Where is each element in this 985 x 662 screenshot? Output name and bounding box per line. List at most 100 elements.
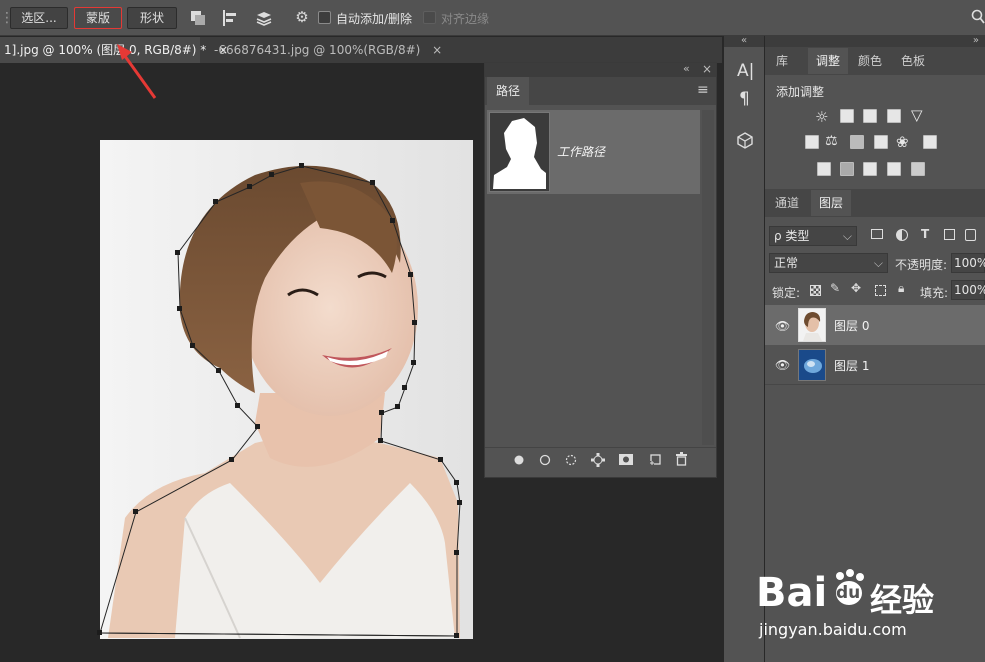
watermark: Bai du 经验 jingyan.baidu.com [752, 558, 982, 658]
layer-name: 图层 1 [834, 359, 870, 373]
options-bar: ⋮ 选区... 蒙版 形状 ⚙ 自动添加/删除 对齐边缘 [0, 0, 985, 36]
filter-kind-label: ρ 类型 [774, 229, 810, 243]
auto-add-delete-checkbox[interactable] [318, 11, 331, 24]
layer-thumbnail [798, 308, 826, 342]
stroke-path-icon[interactable] [539, 454, 551, 466]
tab-label: -666876431.jpg @ 100%(RGB/8#) [214, 43, 421, 57]
filter-adjustment-icon[interactable] [896, 229, 908, 241]
gradient-map-icon[interactable] [911, 162, 925, 176]
posterize-icon[interactable] [840, 162, 854, 176]
lock-all-icon[interactable]: 🔒︎ [898, 281, 904, 296]
channel-mixer-icon[interactable]: ❀ [896, 133, 909, 151]
tab-color[interactable]: 颜色 [852, 48, 888, 74]
paths-panel: « × 路径 ≡ 工作路径 [484, 62, 717, 478]
collapse-icon[interactable]: « [683, 62, 690, 75]
path-arrangement-icon[interactable] [253, 9, 275, 31]
exposure-icon[interactable] [887, 109, 901, 123]
layer-thumbnail [798, 349, 826, 381]
character-panel-icon[interactable]: A| [737, 61, 754, 81]
auto-add-delete-label: 自动添加/删除 [336, 12, 413, 26]
3d-panel-icon[interactable] [736, 131, 754, 149]
hue-saturation-icon[interactable] [805, 135, 819, 149]
color-balance-icon[interactable]: ⚖ [825, 133, 838, 149]
gear-icon[interactable]: ⚙ [293, 9, 311, 25]
visibility-eye-icon[interactable]: 👁︎ [775, 358, 790, 372]
layer-row-selected[interactable]: 👁︎ 图层 0 [765, 305, 985, 345]
brightness-contrast-icon[interactable]: ☼ [815, 108, 828, 126]
new-path-icon[interactable] [649, 453, 662, 466]
filter-pixel-icon[interactable] [871, 229, 883, 239]
fill-path-icon[interactable] [513, 454, 525, 466]
dock-collapse-icon[interactable]: » [765, 35, 985, 47]
tab-adjustments[interactable]: 调整 [808, 48, 848, 74]
tab-channels[interactable]: 通道 [767, 190, 807, 216]
chevron-down-icon: ⌵ [842, 229, 852, 243]
filter-shape-icon[interactable] [944, 229, 955, 240]
lock-label: 锁定: [772, 286, 801, 300]
make-work-path-icon[interactable] [591, 453, 605, 467]
watermark-brand: Bai [756, 570, 828, 616]
close-icon[interactable]: × [702, 62, 712, 76]
make-mask-button[interactable]: 蒙版 [74, 7, 122, 29]
lock-artboard-icon[interactable] [875, 285, 886, 296]
annotation-arrow-icon [117, 44, 157, 99]
align-edges-label: 对齐边缘 [441, 12, 490, 26]
panel-title-strip: « × [485, 62, 716, 77]
panel-menu-icon[interactable]: ≡ [697, 82, 709, 98]
black-white-icon[interactable] [850, 135, 864, 149]
make-shape-button[interactable]: 形状 [127, 7, 177, 29]
paragraph-panel-icon[interactable]: ¶ [739, 89, 750, 109]
levels-icon[interactable] [840, 109, 854, 123]
tab-close-icon[interactable]: × [432, 43, 442, 57]
tab-second-document[interactable]: -666876431.jpg @ 100%(RGB/8#) × [204, 37, 442, 63]
threshold-icon[interactable] [863, 162, 877, 176]
photo-filter-icon[interactable] [874, 135, 888, 149]
opacity-input[interactable]: 100% [951, 253, 985, 273]
fill-label: 填充: [920, 286, 949, 300]
path-operations-icon[interactable] [188, 9, 208, 31]
vibrance-icon[interactable]: ▽ [911, 106, 923, 124]
work-path-thumbnail [489, 112, 550, 192]
filter-smart-object-icon[interactable] [965, 229, 976, 241]
curves-icon[interactable] [863, 109, 877, 123]
layer-row[interactable]: 👁︎ 图层 1 [765, 346, 985, 385]
layer-filter-kind-select[interactable]: ρ 类型 ⌵ [769, 226, 857, 246]
panel-tab-header: 路径 ≡ [485, 77, 716, 105]
bar-grip-icon: ⋮ [0, 10, 14, 26]
expand-icon[interactable]: « [724, 35, 764, 47]
add-mask-icon[interactable] [618, 453, 634, 466]
make-selection-button[interactable]: 选区... [10, 7, 68, 29]
tab-paths[interactable]: 路径 [487, 77, 529, 105]
lock-position-icon[interactable]: ✥ [851, 281, 861, 295]
watermark-url: jingyan.baidu.com [759, 620, 907, 639]
add-adjustment-label: 添加调整 [776, 85, 825, 99]
selective-color-icon[interactable] [887, 162, 901, 176]
adjustments-tab-header: 库 调整 颜色 色板 [765, 47, 985, 75]
chevron-down-icon: ⌵ [873, 256, 883, 270]
color-lookup-icon[interactable] [923, 135, 937, 149]
tab-libraries[interactable]: 库 [767, 48, 797, 74]
document-tab-bar: 1].jpg @ 100% (图层 0, RGB/8#) * × -666876… [0, 37, 722, 63]
work-path-label: 工作路径 [557, 145, 606, 159]
blend-mode-value: 正常 [774, 256, 799, 270]
invert-icon[interactable] [817, 162, 831, 176]
visibility-eye-icon[interactable]: 👁︎ [775, 319, 790, 333]
layers-tab-header: 通道 图层 [765, 189, 985, 217]
fill-input[interactable]: 100% [951, 280, 985, 300]
lock-transparent-icon[interactable] [810, 285, 821, 296]
work-path-row[interactable]: 工作路径 [487, 110, 700, 194]
path-alignment-icon[interactable] [220, 9, 240, 31]
tab-label: 1].jpg @ 100% (图层 0, RGB/8#) * [4, 43, 207, 57]
filter-type-icon[interactable]: T [921, 227, 929, 241]
opacity-label: 不透明度: [895, 258, 948, 272]
lock-image-icon[interactable]: ✎ [830, 281, 840, 295]
tab-swatches[interactable]: 色板 [895, 48, 931, 74]
tab-layers[interactable]: 图层 [811, 190, 851, 216]
watermark-brand-2: du [836, 583, 861, 603]
paths-bottom-toolbar [485, 447, 716, 471]
delete-path-icon[interactable] [675, 452, 688, 466]
blend-mode-select[interactable]: 正常 ⌵ [769, 253, 888, 273]
load-selection-icon[interactable] [565, 454, 577, 466]
paths-scrollbar[interactable] [702, 110, 714, 445]
search-icon[interactable] [970, 9, 985, 28]
